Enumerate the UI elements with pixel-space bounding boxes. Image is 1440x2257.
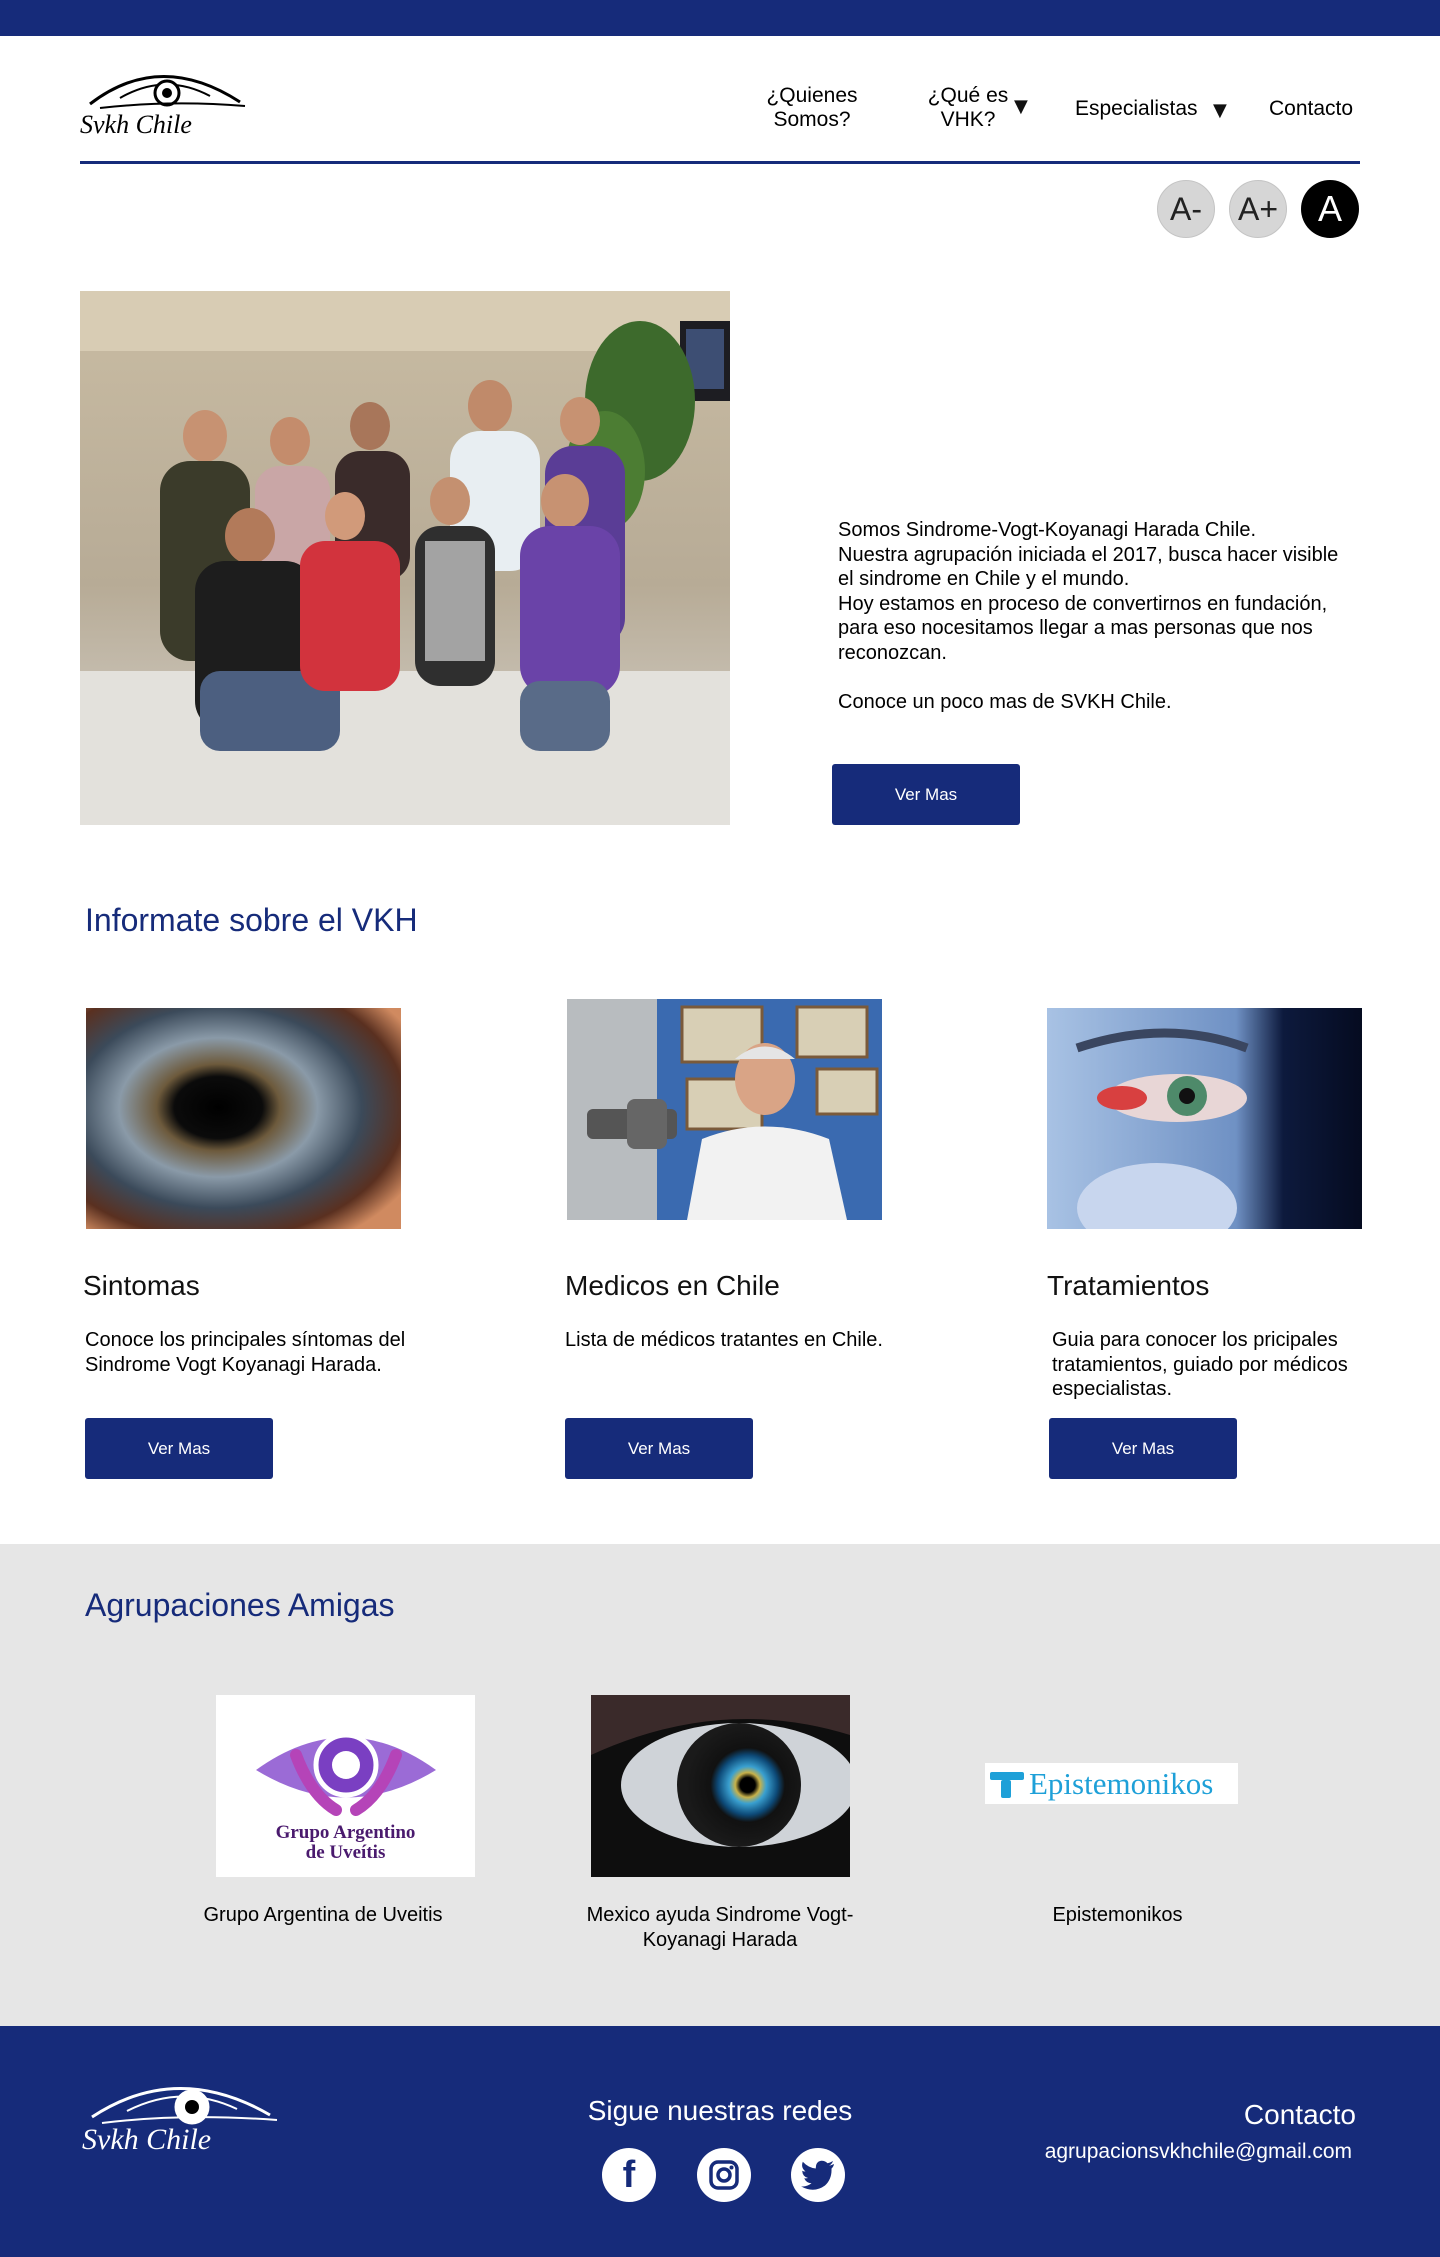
medicos-ver-mas-button[interactable]: Ver Mas [565, 1418, 753, 1479]
nav-item-especialistas[interactable]: Especialistas [1075, 97, 1198, 121]
grupo-argentino-logo[interactable]: Grupo Argentino de Uveítis [216, 1695, 475, 1877]
footer-brand-name: Svkh Chile [82, 2123, 212, 2156]
friend-caption-mexico: Mexico ayuda Sindrome Vogt-Koyanagi Hara… [586, 1904, 854, 1951]
brand-name: Svkh Chile [80, 110, 192, 139]
footer-contact-title: Contacto [1243, 2099, 1356, 2130]
medicos-image [567, 999, 882, 1220]
twitter-icon[interactable] [791, 2148, 845, 2202]
chevron-down-icon[interactable]: ▼ [1213, 100, 1227, 121]
top-bar [0, 0, 1440, 36]
facebook-icon[interactable]: f [602, 2148, 656, 2202]
nav-item-quienes-somos[interactable]: ¿Quienes Somos? [752, 84, 872, 132]
tratamientos-ver-mas-button[interactable]: Ver Mas [1049, 1418, 1237, 1479]
card-desc-sintomas: Conoce los principales síntomas del Sind… [85, 1329, 406, 1376]
mexico-vkh-logo[interactable] [591, 1695, 850, 1877]
hero-group-photo [80, 291, 730, 825]
footer-email[interactable]: agrupacionsvkhchile@gmail.com [1000, 2140, 1352, 2164]
footer-logo[interactable]: Svkh Chile [82, 2073, 282, 2168]
nav-item-contacto[interactable]: Contacto [1269, 97, 1353, 121]
card-desc-medicos: Lista de médicos tratantes en Chile. [565, 1329, 883, 1351]
contrast-button[interactable]: A [1301, 180, 1359, 238]
card-desc-tratamientos: Guia para conocer los pricipales tratami… [1052, 1329, 1348, 1400]
font-increase-button[interactable]: A+ [1229, 180, 1287, 238]
card-title-tratamientos: Tratamientos [1047, 1270, 1210, 1301]
card-title-medicos: Medicos en Chile [565, 1270, 780, 1301]
friends-section-title: Agrupaciones Amigas [85, 1587, 395, 1623]
tratamientos-image [1047, 1008, 1362, 1229]
sintomas-ver-mas-button[interactable]: Ver Mas [85, 1418, 273, 1479]
brand-logo[interactable]: Svkh Chile [80, 62, 250, 144]
epistemonikos-mark-icon [990, 1771, 1024, 1798]
friend-caption-argentina: Grupo Argentina de Uveitis [203, 1904, 443, 1926]
font-decrease-button[interactable]: A- [1157, 180, 1215, 238]
chevron-down-icon[interactable]: ▼ [1014, 96, 1028, 117]
sintomas-image [86, 1008, 401, 1229]
hero-description: Somos Sindrome-Vogt-Koyanagi Harada Chil… [838, 519, 1339, 713]
card-title-sintomas: Sintomas [83, 1270, 200, 1301]
instagram-icon[interactable] [697, 2148, 751, 2202]
epistemonikos-logo[interactable]: Epistemonikos [985, 1763, 1238, 1804]
friend-caption-epistemonikos: Epistemonikos [1052, 1904, 1183, 1926]
footer-social-title: Sigue nuestras redes [587, 2095, 853, 2126]
nav-item-que-es-vhk[interactable]: ¿Qué es VHK? [918, 84, 1018, 132]
info-section-title: Informate sobre el VKH [85, 902, 418, 938]
hero-ver-mas-button[interactable]: Ver Mas [832, 764, 1020, 825]
header-divider [80, 161, 1360, 164]
